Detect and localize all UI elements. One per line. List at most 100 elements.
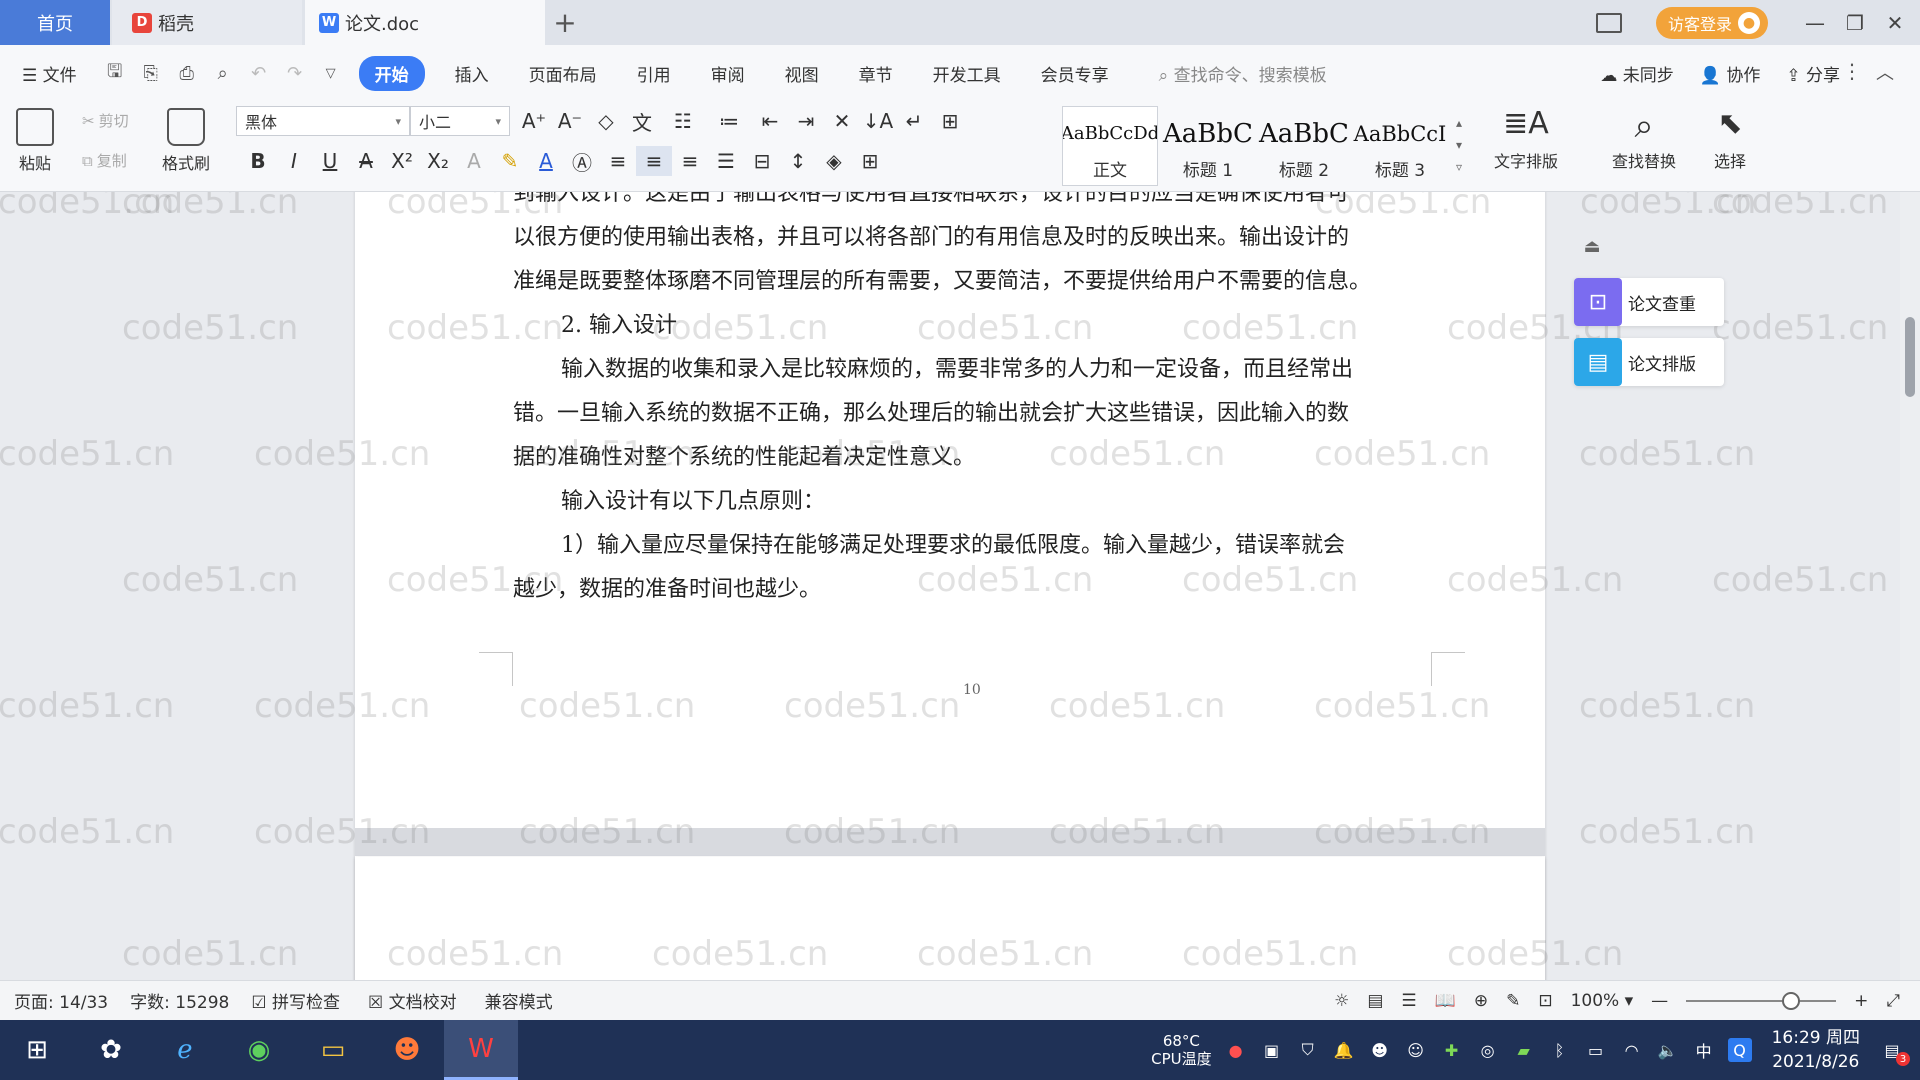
fullscreen-icon[interactable]: ⤢ (1886, 991, 1900, 1011)
tab-document[interactable]: W 论文.doc (305, 0, 545, 45)
write-mode-icon[interactable]: ✎ (1506, 991, 1520, 1011)
tab-page-layout[interactable]: 页面布局 (509, 61, 617, 86)
strikethrough-icon[interactable]: A (348, 146, 384, 176)
font-name-select[interactable]: 黑体 (236, 106, 410, 136)
start-menu-icon[interactable]: ⊞ (0, 1020, 74, 1080)
game-app-icon[interactable]: ☻ (370, 1020, 444, 1080)
zoom-in-icon[interactable]: + (1854, 991, 1868, 1011)
save-icon[interactable]: 🖫 (97, 59, 133, 89)
panel-collapse-icon[interactable]: ⏏ (1578, 232, 1606, 260)
wps-office-icon[interactable]: W (444, 1020, 518, 1080)
italic-icon[interactable]: I (276, 146, 312, 176)
find-replace-button[interactable]: ⌕ 查找替换 (1612, 106, 1676, 172)
collapse-ribbon-icon[interactable]: ︿ (1876, 59, 1894, 85)
document-body[interactable]: 到输入设计。这是由于输出表格与使用者直接相联系，设计的目的应当是确保使用者可 以… (513, 192, 1421, 612)
select-button[interactable]: ⬉ 选择 (1714, 106, 1746, 172)
zoom-out-icon[interactable]: — (1651, 991, 1668, 1011)
read-view-icon[interactable]: 📖 (1435, 991, 1456, 1011)
show-marks-icon[interactable]: ↵ (896, 106, 932, 136)
next-document-page[interactable] (355, 857, 1545, 980)
shield-icon[interactable]: ⛉ (1296, 1038, 1320, 1062)
page-indicator[interactable]: 页面: 14/33 (0, 988, 108, 1013)
tray-app-icon[interactable]: ▣ (1260, 1038, 1284, 1062)
ime-indicator[interactable]: 中 (1692, 1038, 1716, 1062)
tray-app-icon[interactable]: ◎ (1476, 1038, 1500, 1062)
volume-icon[interactable]: 🔈 (1656, 1038, 1680, 1062)
close-icon[interactable]: ✕ (1875, 11, 1915, 35)
tray-app-icon[interactable]: ☻ (1368, 1038, 1392, 1062)
collab-button[interactable]: 👤 协作 (1700, 61, 1761, 86)
superscript-icon[interactable]: X² (384, 146, 420, 176)
undo-icon[interactable]: ↶ (241, 63, 277, 84)
more-icon[interactable]: ⋮ (1842, 59, 1862, 83)
output-icon[interactable]: ⎘ (133, 63, 169, 84)
style-heading-3[interactable]: AaBbCcI 标题 3 (1352, 106, 1448, 186)
tab-home[interactable]: 首页 (0, 0, 110, 45)
tab-ruler-icon[interactable]: ⊞ (932, 106, 968, 136)
justify-icon[interactable]: ☰ (708, 146, 744, 176)
tray-app-icon[interactable]: ✚ (1440, 1038, 1464, 1062)
text-effect-icon[interactable]: A (456, 146, 492, 176)
command-search-input[interactable]: ⌕ 查找命令、搜索模板 (1129, 61, 1327, 86)
tab-docer[interactable]: D 稻壳 (112, 0, 302, 45)
phonetic-icon[interactable]: 文 (624, 106, 660, 136)
clock[interactable]: 16:29 周四 2021/8/26 (1764, 1026, 1868, 1074)
browser-360-icon[interactable]: ◉ (222, 1020, 296, 1080)
clear-format-icon[interactable]: ◇ (588, 106, 624, 136)
cut-button[interactable]: ✂ 剪切 (82, 110, 129, 131)
tab-developer[interactable]: 开发工具 (913, 61, 1021, 86)
tab-insert[interactable]: 插入 (435, 61, 509, 86)
tray-app-icon[interactable]: ☺ (1404, 1038, 1428, 1062)
new-tab-button[interactable]: + (553, 0, 577, 45)
increase-indent-icon[interactable]: ⇥ (788, 106, 824, 136)
shading-icon[interactable]: ◈ (816, 146, 852, 176)
tray-app-icon[interactable]: Q (1727, 1038, 1752, 1062)
fit-page-icon[interactable]: ⊡ (1538, 991, 1552, 1011)
layout-toggle-icon[interactable] (1596, 0, 1622, 45)
bullets-icon[interactable]: ☷ (660, 106, 706, 136)
bell-icon[interactable]: 🔔 (1332, 1038, 1356, 1062)
battery-icon[interactable]: ▭ (1584, 1038, 1608, 1062)
sort-icon[interactable]: ↓A (860, 106, 896, 136)
bluetooth-icon[interactable]: ᛒ (1548, 1038, 1572, 1062)
notification-center-icon[interactable]: ▤ 3 (1880, 1038, 1910, 1066)
shrink-font-icon[interactable]: A⁻ (552, 106, 588, 136)
text-layout-button[interactable]: ≣A 文字排版 (1494, 106, 1558, 172)
tab-start[interactable]: 开始 (358, 56, 425, 91)
font-size-select[interactable]: 小二 (410, 106, 510, 136)
vertical-scrollbar[interactable] (1900, 192, 1920, 980)
restore-icon[interactable]: ❐ (1835, 11, 1875, 35)
pinwheel-app-icon[interactable]: ✿ (74, 1020, 148, 1080)
tab-view[interactable]: 视图 (765, 61, 839, 86)
grow-font-icon[interactable]: A⁺ (516, 106, 552, 136)
format-painter-button[interactable]: 格式刷 (162, 108, 210, 174)
redo-icon[interactable]: ↷ (277, 63, 313, 84)
eye-protect-icon[interactable]: ☼ (1334, 991, 1349, 1011)
underline-icon[interactable]: U (312, 146, 348, 176)
tab-review[interactable]: 审阅 (691, 61, 765, 86)
thesis-format-button[interactable]: ▤ 论文排版 (1574, 338, 1724, 386)
tab-member[interactable]: 会员专享 (1021, 61, 1129, 86)
customize-quickbar-icon[interactable]: ▽ (313, 66, 349, 81)
borders-icon[interactable]: ⊞ (852, 146, 888, 176)
copy-button[interactable]: ⧉ 复制 (82, 150, 127, 171)
tab-references[interactable]: 引用 (617, 61, 691, 86)
align-center-icon[interactable]: ≡ (636, 146, 672, 176)
zoom-slider-knob[interactable] (1782, 992, 1801, 1010)
subscript-icon[interactable]: X₂ (420, 146, 456, 176)
chinese-layout-icon[interactable]: ✕ (824, 106, 860, 136)
thesis-check-button[interactable]: ⊡ 论文查重 (1574, 278, 1724, 326)
highlight-icon[interactable]: ✎ (492, 146, 528, 176)
line-spacing-icon[interactable]: ↕ (780, 146, 816, 176)
decrease-indent-icon[interactable]: ⇤ (752, 106, 788, 136)
cpu-temp-widget[interactable]: 68°C CPU温度 (1151, 1032, 1212, 1068)
style-heading-2[interactable]: AaBbC 标题 2 (1256, 106, 1352, 186)
file-explorer-icon[interactable]: ▭ (296, 1020, 370, 1080)
outline-view-icon[interactable]: ☰ (1401, 991, 1416, 1011)
bold-icon[interactable]: B (240, 146, 276, 176)
style-normal[interactable]: AaBbCcDd 正文 (1062, 106, 1158, 186)
print-preview-icon[interactable]: ⌕ (205, 63, 241, 84)
distributed-icon[interactable]: ⊟ (744, 146, 780, 176)
word-count[interactable]: 字数: 15298 (108, 988, 229, 1013)
nvidia-icon[interactable]: ▰ (1512, 1038, 1536, 1062)
